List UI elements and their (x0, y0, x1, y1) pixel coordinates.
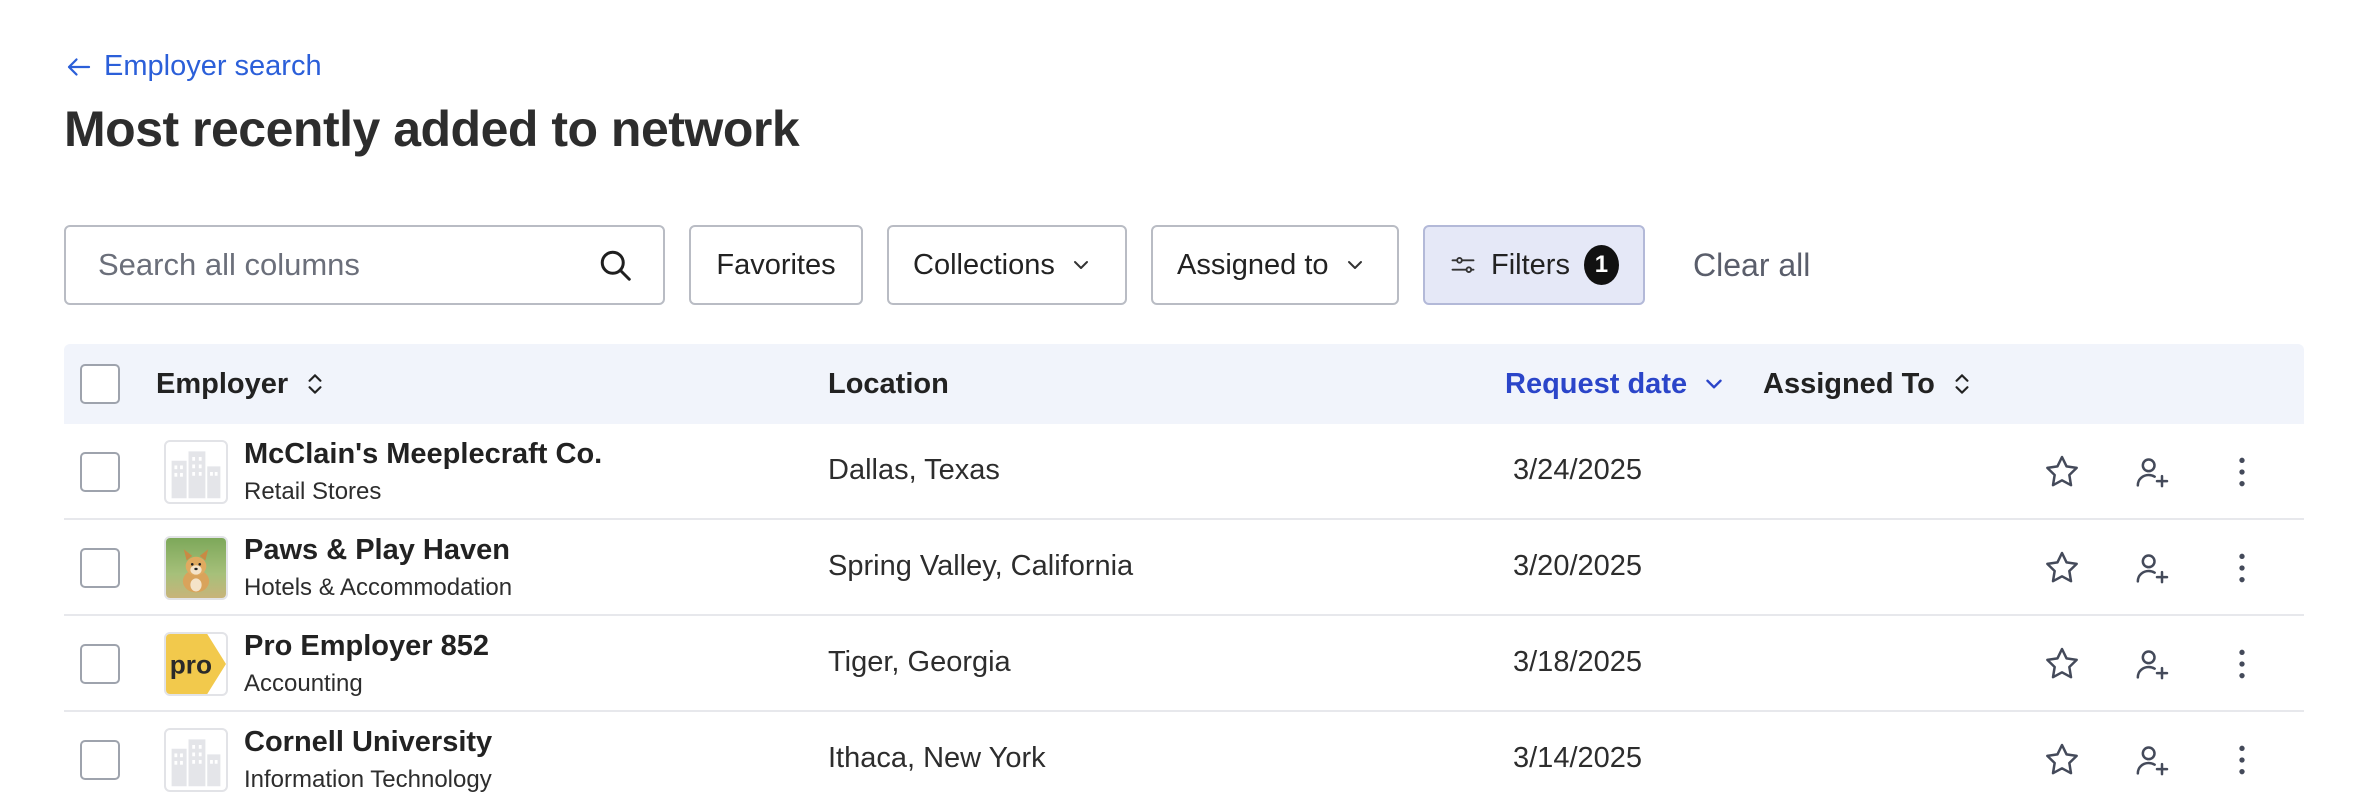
location-column-header: Location (828, 368, 949, 401)
table-row[interactable]: pro Pro Employer 852 Accounting Tiger, G… (64, 616, 2304, 712)
sort-icon (1955, 374, 1969, 394)
row-checkbox[interactable] (80, 452, 120, 492)
assigned-to-column-header[interactable]: Assigned To (1763, 368, 1975, 401)
employer-industry: Information Technology (244, 766, 492, 793)
request-date: 3/18/2025 (1513, 646, 1643, 678)
search-box (64, 225, 665, 305)
table-row[interactable]: McClain's Meeplecraft Co. Retail Stores … (64, 424, 2304, 520)
kebab-menu-icon (2239, 553, 2245, 583)
assign-user-button[interactable] (2130, 738, 2174, 782)
assign-user-button[interactable] (2130, 546, 2174, 590)
sort-icon (308, 374, 322, 394)
request-date-column-label: Request date (1505, 367, 1688, 400)
kebab-menu-icon (2239, 649, 2245, 679)
sliders-icon (1451, 257, 1475, 273)
assign-user-button[interactable] (2130, 642, 2174, 686)
back-link-label: Employer search (104, 50, 322, 82)
table-row[interactable]: Paws & Play Haven Hotels & Accommodation… (64, 520, 2304, 616)
building-placeholder-logo (164, 728, 228, 792)
table-header: Employer Location Request date Assigned … (64, 344, 2304, 424)
more-options-button[interactable] (2220, 546, 2264, 590)
filters-label: Filters (1491, 248, 1570, 281)
more-options-button[interactable] (2220, 738, 2264, 782)
favorite-star-button[interactable] (2040, 546, 2084, 590)
more-options-button[interactable] (2220, 450, 2264, 494)
person-add-icon (2136, 650, 2169, 680)
employer-location: Ithaca, New York (828, 742, 1046, 774)
filters-button[interactable]: Filters 1 (1423, 225, 1645, 305)
location-column-label: Location (828, 367, 949, 400)
back-to-employer-search-link[interactable]: Employer search (64, 50, 322, 83)
toolbar: Favorites Collections Assigned to Filter… (64, 225, 1810, 305)
row-checkbox[interactable] (80, 740, 120, 780)
employer-industry: Hotels & Accommodation (244, 574, 513, 601)
arrow-left-icon (67, 57, 91, 76)
favorite-star-button[interactable] (2040, 738, 2084, 782)
request-date: 3/24/2025 (1513, 454, 1643, 486)
chevron-down-icon (1073, 261, 1088, 269)
request-date: 3/20/2025 (1513, 550, 1643, 582)
building-placeholder-logo (164, 440, 228, 504)
pro-logo-text: pro (170, 649, 212, 679)
employer-location: Spring Valley, California (828, 550, 1134, 582)
clear-all-button[interactable]: Clear all (1693, 247, 1810, 284)
pro-badge-logo: pro (164, 632, 228, 696)
employer-industry: Retail Stores (244, 478, 382, 505)
employer-column-header[interactable]: Employer (156, 368, 328, 401)
star-icon (2046, 647, 2078, 679)
favorites-label: Favorites (716, 248, 836, 281)
puppy-photo-logo (164, 536, 228, 600)
page-title: Most recently added to network (64, 101, 800, 157)
person-add-icon (2136, 458, 2169, 488)
row-checkbox[interactable] (80, 644, 120, 684)
employer-location: Dallas, Texas (828, 454, 1000, 486)
building-icon (171, 451, 221, 499)
favorites-button[interactable]: Favorites (689, 225, 863, 305)
star-icon (2046, 551, 2078, 583)
assigned-to-dropdown[interactable]: Assigned to (1151, 225, 1399, 305)
assigned-to-column-label: Assigned To (1763, 367, 1935, 400)
star-icon (2046, 743, 2078, 775)
more-options-button[interactable] (2220, 642, 2264, 686)
favorite-star-button[interactable] (2040, 450, 2084, 494)
filters-count-badge: 1 (1583, 245, 1619, 285)
row-checkbox[interactable] (80, 548, 120, 588)
employer-name[interactable]: Pro Employer 852 (244, 630, 489, 663)
assign-user-button[interactable] (2130, 450, 2174, 494)
search-icon[interactable] (597, 247, 633, 283)
assigned-to-label: Assigned to (1177, 248, 1329, 281)
select-all-checkbox[interactable] (80, 364, 120, 404)
collections-label: Collections (913, 248, 1055, 281)
search-input[interactable] (98, 247, 558, 283)
kebab-menu-icon (2239, 457, 2245, 487)
pro-badge-icon: pro (166, 634, 226, 694)
person-add-icon (2136, 746, 2169, 776)
employer-name[interactable]: Paws & Play Haven (244, 534, 510, 567)
employer-industry: Accounting (244, 670, 363, 697)
favorite-star-button[interactable] (2040, 642, 2084, 686)
collections-dropdown[interactable]: Collections (887, 225, 1127, 305)
employer-column-label: Employer (156, 367, 289, 400)
chevron-down-icon (1347, 261, 1362, 269)
employer-location: Tiger, Georgia (828, 646, 1011, 678)
person-add-icon (2136, 554, 2169, 584)
request-date-column-header[interactable]: Request date (1505, 368, 1727, 401)
employer-name[interactable]: Cornell University (244, 726, 492, 759)
table-row[interactable]: Cornell University Information Technolog… (64, 712, 2304, 804)
star-icon (2046, 455, 2078, 487)
employer-name[interactable]: McClain's Meeplecraft Co. (244, 438, 602, 471)
kebab-menu-icon (2239, 745, 2245, 775)
puppy-photo-icon (166, 538, 226, 598)
chevron-down-icon (1706, 379, 1722, 389)
request-date: 3/14/2025 (1513, 742, 1643, 774)
building-icon (171, 739, 221, 787)
employer-table: Employer Location Request date Assigned … (64, 344, 2304, 804)
